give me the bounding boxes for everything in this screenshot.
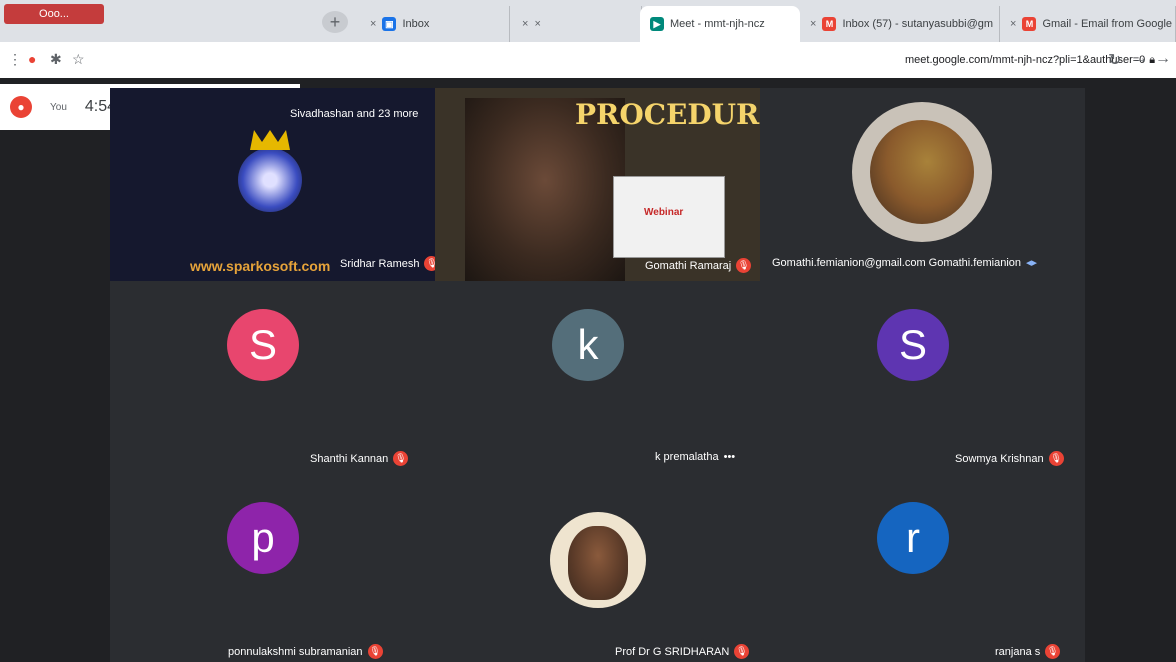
mic-off-icon: 🎙︎ <box>424 256 435 271</box>
extension-icon[interactable]: ● <box>28 51 36 67</box>
tile-name: Prof Dr G SRIDHARAN 🎙︎ <box>615 644 750 659</box>
slide-subtitle: Webinar <box>644 207 684 218</box>
mic-off-icon: 🎙︎ <box>1045 644 1061 659</box>
tile-name: Shanthi Kannan 🎙︎ <box>310 451 409 466</box>
avatar: k <box>552 309 624 381</box>
gmail-icon: M <box>1022 17 1037 31</box>
you-label: You <box>50 101 67 113</box>
mic-off-icon: 🎙︎ <box>736 258 752 273</box>
tile-sowmya[interactable]: S Sowmya Krishnan 🎙︎ <box>760 281 1085 468</box>
tile-ponnulakshmi[interactable]: p ponnulakshmi subramanian 🎙︎ <box>110 468 435 662</box>
participant-name: k premalatha <box>655 451 719 463</box>
participant-name: Gomathi Ramaraj <box>645 259 732 272</box>
mic-off-icon: 🎙︎ <box>734 644 750 659</box>
participant-name: Gomathi.femianion@gmail.com Gomathi.femi… <box>772 256 1021 269</box>
mic-off-icon: 🎙︎ <box>393 451 409 466</box>
avatar <box>852 102 992 242</box>
browser-tab-bar: Ooo... + × ▣ Inbox × × ▶ Meet - mmt-njh-… <box>0 0 1176 42</box>
meet-stage: ● You 4:54 PM ▤ 23 www.sparkosoft.com Sr… <box>0 78 1176 662</box>
avatar-initial: k <box>577 321 599 368</box>
tab-label: Inbox <box>402 18 430 30</box>
tile-name: Sowmya Krishnan 🎙︎ <box>955 451 1064 466</box>
meet-icon: ▶ <box>650 17 664 31</box>
tile-shanthi[interactable]: S Shanthi Kannan 🎙︎ <box>110 281 435 468</box>
tab-label: Inbox (57) - sutanyasubbi@gm <box>842 18 994 30</box>
tile-name: ranjana s 🎙︎ <box>995 644 1061 659</box>
tile-name: k premalatha ••• <box>655 451 735 463</box>
participant-name: ranjana s <box>995 645 1041 658</box>
forward-icon[interactable]: → <box>1132 50 1148 68</box>
avatar-initial: S <box>248 321 277 368</box>
avatar-initial: p <box>251 514 275 561</box>
tab-meet[interactable]: ▶ Meet - mmt-njh-ncz <box>640 6 800 42</box>
tab-inbox[interactable]: × ▣ Inbox <box>360 6 510 42</box>
website-text: www.sparkosoft.com <box>190 258 331 274</box>
tile-presenter[interactable]: PROCEDURE Webinar Gomathi Ramaraj 🎙︎ <box>435 88 760 281</box>
mic-off-icon: 🎙︎ <box>1048 451 1064 466</box>
avatar-initial: r <box>906 514 920 561</box>
avatar: S <box>227 309 299 381</box>
tile-ranjana[interactable]: r ranjana s 🎙︎ <box>760 468 1085 662</box>
participant-name: Sowmya Krishnan <box>955 452 1044 465</box>
gmail-icon: M <box>822 17 837 31</box>
tile-gomathi[interactable]: Gomathi.femianion@gmail.com Gomathi.femi… <box>760 88 1085 281</box>
window-controls[interactable]: Ooo... <box>4 4 104 24</box>
tile-sridhar[interactable]: www.sparkosoft.com Sridhar Ramesh 🎙︎ Siv… <box>110 88 435 281</box>
star-icon[interactable]: ☆ <box>72 51 85 68</box>
self-avatar: ● <box>10 96 32 118</box>
new-tab-button[interactable]: + <box>322 11 348 33</box>
close-icon[interactable]: × <box>534 18 540 30</box>
speaking-icon: ◂▸ <box>1026 257 1038 269</box>
close-icon[interactable]: × <box>810 18 816 30</box>
inbox-icon: ▣ <box>382 17 397 31</box>
address-bar: ⋮ ● ✱ ☆ meet.google.com/mmt-njh-ncz?pli=… <box>0 42 1176 79</box>
tab-inbox-57[interactable]: × M Inbox (57) - sutanyasubbi@gm <box>800 6 1000 42</box>
tile-name: Gomathi Ramaraj 🎙︎ <box>645 258 752 273</box>
slide-title: PROCEDURE <box>575 98 760 131</box>
url-field[interactable]: meet.google.com/mmt-njh-ncz?pli=1&authus… <box>905 50 1155 70</box>
tile-subtitle: Sivadhashan and 23 more <box>290 108 419 120</box>
menu-icon[interactable]: ⋮ <box>8 51 22 68</box>
tile-name: Sridhar Ramesh 🎙︎ <box>340 256 435 271</box>
close-icon[interactable]: × <box>522 18 528 30</box>
tile-name: ponnulakshmi subramanian 🎙︎ <box>228 644 383 659</box>
tab-spacer: × × <box>512 6 642 42</box>
close-icon[interactable]: × <box>1010 18 1016 30</box>
tile-kpremalatha[interactable]: k k premalatha ••• <box>435 281 760 468</box>
avatar: S <box>877 309 949 381</box>
crown-icon <box>250 130 290 150</box>
reload-icon[interactable]: ↻ <box>1108 50 1121 70</box>
more-options-icon[interactable]: ••• <box>724 451 736 463</box>
participant-name: Prof Dr G SRIDHARAN <box>615 645 730 658</box>
back-icon[interactable]: → <box>1155 50 1171 68</box>
mic-off-icon: 🎙︎ <box>367 644 383 659</box>
avatar-initial: S <box>898 321 927 368</box>
participant-name: ponnulakshmi subramanian <box>228 645 363 658</box>
tab-gmail[interactable]: × M Gmail - Email from Google <box>1000 6 1176 42</box>
close-icon[interactable]: × <box>370 18 376 30</box>
puzzle-icon[interactable]: ✱ <box>50 51 62 68</box>
tile-sridharan[interactable]: Prof Dr G SRIDHARAN 🎙︎ <box>435 468 760 662</box>
avatar <box>550 512 646 608</box>
tile-name: Gomathi.femianion@gmail.com Gomathi.femi… <box>772 256 1038 270</box>
tab-label: Gmail - Email from Google <box>1042 18 1173 30</box>
logo-icon <box>238 148 302 212</box>
participant-name: Shanthi Kannan <box>310 452 389 465</box>
participant-name: Sridhar Ramesh <box>340 257 420 270</box>
avatar: p <box>227 502 299 574</box>
slide-card: Webinar <box>613 176 725 258</box>
tab-label: Meet - mmt-njh-ncz <box>670 18 765 30</box>
avatar: r <box>877 502 949 574</box>
